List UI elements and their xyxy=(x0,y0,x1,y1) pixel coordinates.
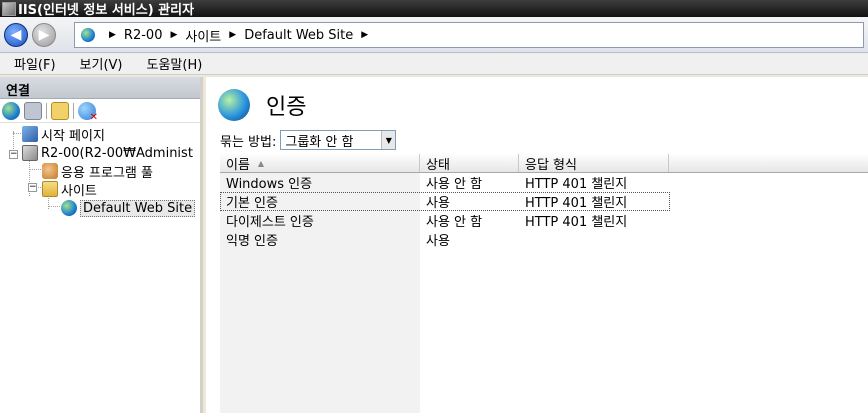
cell-response: HTTP 401 챌린지 xyxy=(525,196,628,211)
authentication-list: 이름 ▲ 상태 응답 형식 Windows 인증 사용 안 함 HTTP 401… xyxy=(220,154,868,249)
cell-status: 사용 xyxy=(426,196,450,211)
column-header-label: 응답 형식 xyxy=(525,157,577,173)
save-icon[interactable] xyxy=(24,101,42,120)
up-level-icon[interactable] xyxy=(51,101,69,120)
iis-app-icon xyxy=(2,1,16,16)
group-by-select[interactable]: 그룹화 안 함 ▼ xyxy=(280,130,397,150)
app-pool-icon xyxy=(42,163,58,179)
cell-response: HTTP 401 챌린지 xyxy=(525,177,628,192)
menu-help[interactable]: 도움말(H) xyxy=(133,54,213,73)
group-by-label: 묶는 방법: xyxy=(220,134,277,150)
breadcrumb-separator-icon[interactable]: ▶ xyxy=(361,30,368,40)
breadcrumb-sites[interactable]: 사이트 xyxy=(185,26,221,45)
cell-status: 사용 xyxy=(426,234,450,249)
list-item[interactable]: Windows 인증 사용 안 함 HTTP 401 챌린지 xyxy=(220,173,868,192)
authentication-globe-icon xyxy=(218,89,250,121)
menu-bar: 파일(F) 보기(V) 도움말(H) xyxy=(0,53,868,75)
connections-pane: 연결 시작 페이지 − R2-00(R2-00₩Administ 응용 프로그램… xyxy=(0,77,203,413)
connections-toolbar xyxy=(0,99,200,123)
cell-name: Windows 인증 xyxy=(226,177,313,192)
column-header-status[interactable]: 상태 xyxy=(420,154,519,173)
address-bar[interactable]: ▶ R2-00 ▶ 사이트 ▶ Default Web Site ▶ xyxy=(74,22,864,48)
column-header-response-type[interactable]: 응답 형식 xyxy=(519,154,669,173)
breadcrumb-separator-icon[interactable]: ▶ xyxy=(229,30,236,40)
tree-item-default-web-site[interactable]: Default Web Site xyxy=(61,199,196,217)
cell-name: 기본 인증 xyxy=(226,196,278,211)
feature-pane: 인증 묶는 방법: 그룹화 안 함 ▼ 이름 ▲ 상태 응답 형식 Window… xyxy=(206,77,868,413)
tree-item-label: 사이트 xyxy=(61,183,97,199)
breadcrumb-default-site[interactable]: Default Web Site xyxy=(244,28,353,43)
globe-icon xyxy=(81,28,95,42)
breadcrumb-separator-icon[interactable]: ▶ xyxy=(109,30,116,40)
connect-globe-icon[interactable] xyxy=(2,101,20,120)
sites-folder-icon xyxy=(42,181,58,197)
column-header-label: 상태 xyxy=(426,157,450,173)
breadcrumb-server[interactable]: R2-00 xyxy=(124,28,163,43)
toolbar-divider xyxy=(73,102,74,119)
tree-item-label: 응용 프로그램 풀 xyxy=(61,165,153,181)
list-header: 이름 ▲ 상태 응답 형식 xyxy=(220,154,868,173)
start-page-icon xyxy=(22,126,38,142)
navigation-bar: ◀ ▶ ▶ R2-00 ▶ 사이트 ▶ Default Web Site ▶ xyxy=(0,17,868,53)
cell-status: 사용 안 함 xyxy=(426,177,483,192)
cell-status: 사용 안 함 xyxy=(426,215,483,230)
toolbar-divider xyxy=(46,102,47,119)
list-item[interactable]: 익명 인증 사용 xyxy=(220,230,868,249)
cell-response: HTTP 401 챌린지 xyxy=(525,215,628,230)
server-icon xyxy=(22,145,38,161)
group-by-value: 그룹화 안 함 xyxy=(285,134,354,150)
list-item[interactable]: 기본 인증 사용 HTTP 401 챌린지 xyxy=(220,192,670,211)
connections-tree: 시작 페이지 − R2-00(R2-00₩Administ 응용 프로그램 풀 … xyxy=(0,123,200,217)
tree-item-start-page[interactable]: 시작 페이지 xyxy=(22,125,105,144)
window-title: IIS(인터넷 정보 서비스) 관리자 xyxy=(18,3,195,18)
column-header-label: 이름 xyxy=(226,157,250,173)
connections-header: 연결 xyxy=(0,77,200,99)
tree-item-label: 시작 페이지 xyxy=(41,128,105,144)
disconnect-icon[interactable] xyxy=(78,101,98,123)
cell-name: 다이제스트 인증 xyxy=(226,215,314,230)
tree-line xyxy=(29,169,41,170)
cell-response xyxy=(519,230,669,249)
list-item[interactable]: 다이제스트 인증 사용 안 함 HTTP 401 챌린지 xyxy=(220,211,868,230)
group-by: 묶는 방법: 그룹화 안 함 ▼ xyxy=(220,130,397,150)
menu-view[interactable]: 보기(V) xyxy=(66,54,133,73)
website-globe-icon xyxy=(61,200,77,216)
tree-item-label: Default Web Site xyxy=(80,199,196,217)
cell-name: 익명 인증 xyxy=(226,234,278,249)
feature-header: 인증 xyxy=(218,89,306,121)
column-header-name[interactable]: 이름 ▲ xyxy=(220,154,420,173)
tree-item-app-pools[interactable]: 응용 프로그램 풀 xyxy=(42,162,153,181)
collapse-icon[interactable]: − xyxy=(9,150,18,159)
page-title: 인증 xyxy=(266,95,307,120)
title-bar: IIS(인터넷 정보 서비스) 관리자 xyxy=(0,0,868,18)
tree-item-server[interactable]: R2-00(R2-00₩Administ xyxy=(22,144,193,162)
tree-item-label: R2-00(R2-00₩Administ xyxy=(41,145,193,161)
forward-button[interactable]: ▶ xyxy=(32,23,56,47)
breadcrumb-separator-icon[interactable]: ▶ xyxy=(170,30,177,40)
tree-line xyxy=(48,206,60,207)
sort-ascending-icon: ▲ xyxy=(257,158,265,168)
chevron-down-icon[interactable]: ▼ xyxy=(381,131,396,149)
menu-file[interactable]: 파일(F) xyxy=(0,54,66,73)
tree-item-sites[interactable]: 사이트 xyxy=(42,180,97,199)
back-button[interactable]: ◀ xyxy=(4,23,28,47)
collapse-icon[interactable]: − xyxy=(28,183,37,192)
